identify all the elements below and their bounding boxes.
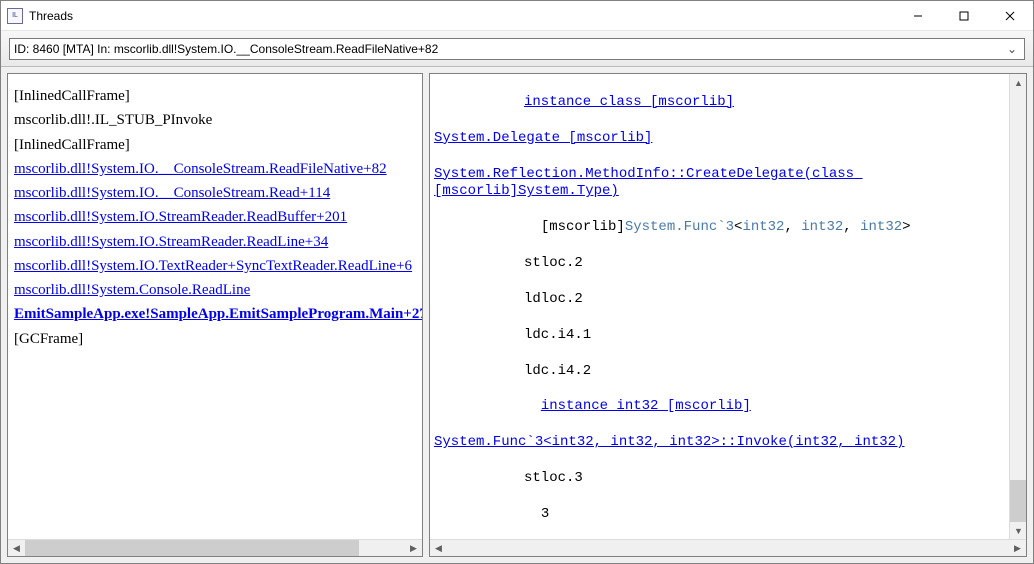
stack-frame[interactable]: EmitSampleApp.exe!SampleApp.EmitSamplePr… — [14, 304, 416, 324]
il-link[interactable]: System.Func`3<int32, int32, int32>::Invo… — [434, 434, 904, 450]
callstack-hscroll[interactable]: ◀ ▶ — [8, 539, 422, 556]
disassembly-hscroll[interactable]: ◀ ▶ — [430, 539, 1026, 556]
stack-frame: [GCFrame] — [14, 329, 416, 349]
stack-frame-link[interactable]: mscorlib.dll!System.IO.__ConsoleStream.R… — [14, 161, 387, 177]
stack-frame[interactable]: mscorlib.dll!System.IO.__ConsoleStream.R… — [14, 183, 416, 203]
maximize-button[interactable] — [941, 1, 987, 31]
disassembly-view[interactable]: callvirtinstance class [mscorlib] System… — [430, 74, 1026, 539]
callstack-list[interactable]: [InlinedCallFrame] mscorlib.dll!.IL_STUB_… — [8, 74, 422, 539]
toolbar: ID: 8460 [MTA] In: mscorlib.dll!System.I… — [1, 31, 1033, 67]
il-link[interactable]: System.Reflection.MethodInfo::CreateDele… — [434, 166, 862, 200]
stack-frame-link[interactable]: mscorlib.dll!System.Console.ReadLine — [14, 282, 250, 298]
stack-frame[interactable]: mscorlib.dll!System.Console.ReadLine — [14, 280, 416, 300]
window-title: Threads — [29, 9, 73, 23]
stack-frame: mscorlib.dll!.IL_STUB_PInvoke — [14, 110, 416, 130]
scroll-left-icon[interactable]: ◀ — [430, 540, 447, 557]
stack-frame[interactable]: mscorlib.dll!System.IO.StreamReader.Read… — [14, 232, 416, 252]
stack-frame-link[interactable]: mscorlib.dll!System.IO.StreamReader.Read… — [14, 234, 328, 250]
scroll-left-icon[interactable]: ◀ — [8, 540, 25, 557]
scroll-down-icon[interactable]: ▼ — [1010, 522, 1027, 539]
stack-frame-link[interactable]: mscorlib.dll!System.IO.__ConsoleStream.R… — [14, 185, 330, 201]
stack-frame[interactable]: mscorlib.dll!System.IO.TextReader+SyncTe… — [14, 256, 416, 276]
stack-frame: [InlinedCallFrame] — [14, 86, 416, 106]
thread-select-value: ID: 8460 [MTA] In: mscorlib.dll!System.I… — [14, 42, 438, 56]
minimize-icon — [913, 11, 923, 21]
stack-frame-link[interactable]: EmitSampleApp.exe!SampleApp.EmitSamplePr… — [14, 306, 422, 322]
disassembly-pane: callvirtinstance class [mscorlib] System… — [429, 73, 1027, 557]
callstack-pane: [InlinedCallFrame] mscorlib.dll!.IL_STUB_… — [7, 73, 423, 557]
thread-select-combo[interactable]: ID: 8460 [MTA] In: mscorlib.dll!System.I… — [9, 38, 1025, 60]
stack-frame[interactable]: mscorlib.dll!System.IO.__ConsoleStream.R… — [14, 159, 416, 179]
workarea: [InlinedCallFrame] mscorlib.dll!.IL_STUB_… — [1, 67, 1033, 563]
stack-frame[interactable]: mscorlib.dll!System.IO.StreamReader.Read… — [14, 207, 416, 227]
callstack-hscroll-thumb[interactable] — [25, 540, 359, 556]
stack-frame-link[interactable]: mscorlib.dll!System.IO.StreamReader.Read… — [14, 209, 347, 225]
scroll-right-icon[interactable]: ▶ — [1009, 540, 1026, 557]
il-link[interactable]: System.Delegate [mscorlib] — [434, 130, 652, 146]
il-link[interactable]: instance class [mscorlib] — [524, 94, 734, 110]
il-link[interactable]: instance int32 [mscorlib] — [541, 398, 751, 414]
close-icon — [1005, 11, 1015, 21]
close-button[interactable] — [987, 1, 1033, 31]
app-icon: IL — [7, 8, 23, 24]
chevron-down-icon: ⌄ — [1004, 42, 1020, 56]
titlebar: IL Threads — [1, 1, 1033, 31]
disassembly-vscroll[interactable]: ▲ ▼ — [1009, 74, 1026, 539]
scroll-up-icon[interactable]: ▲ — [1010, 74, 1027, 91]
maximize-icon — [959, 11, 969, 21]
stack-frame: [InlinedCallFrame] — [14, 135, 416, 155]
minimize-button[interactable] — [895, 1, 941, 31]
stack-frame-link[interactable]: mscorlib.dll!System.IO.TextReader+SyncTe… — [14, 258, 412, 274]
scroll-right-icon[interactable]: ▶ — [405, 540, 422, 557]
disassembly-vscroll-thumb[interactable] — [1010, 480, 1026, 522]
